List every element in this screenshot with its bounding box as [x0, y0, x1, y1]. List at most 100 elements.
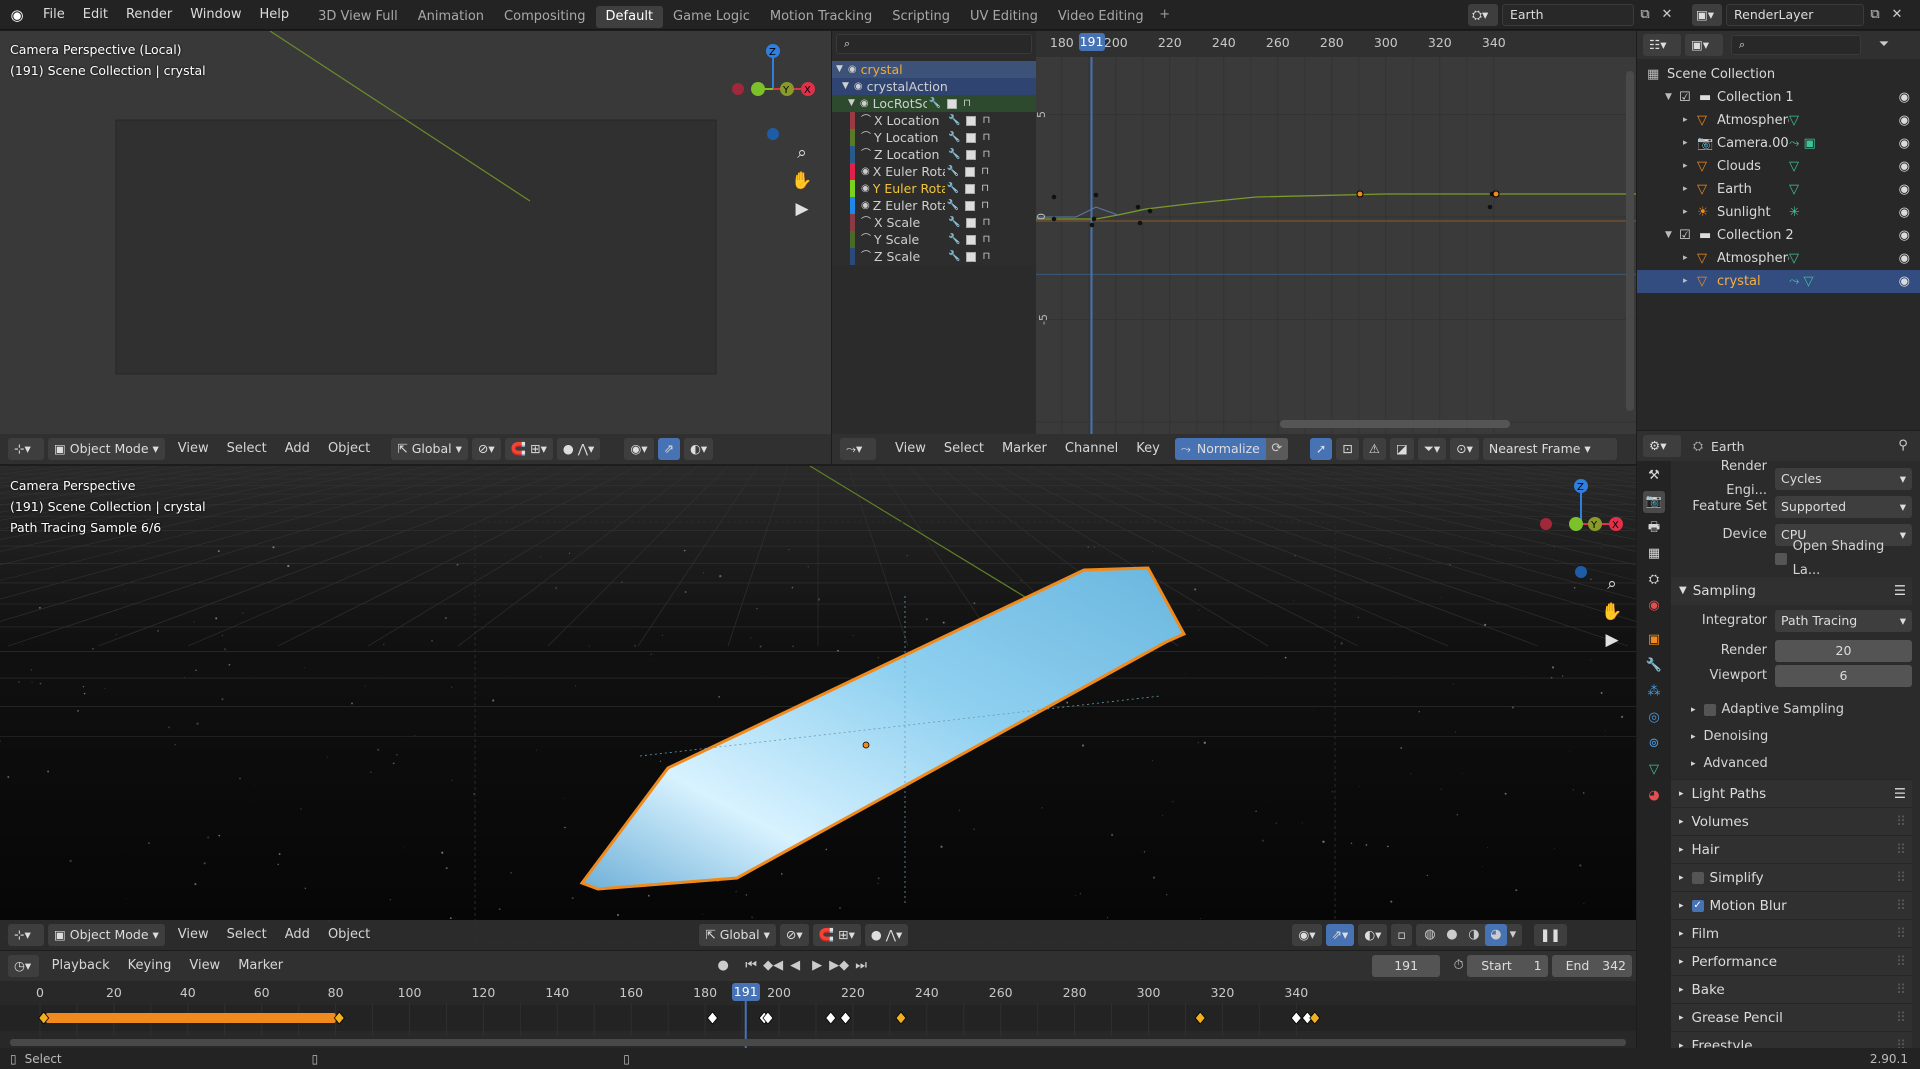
- prev-keyframe-icon[interactable]: ◆◀: [762, 955, 784, 977]
- outliner-expand-icon[interactable]: ▼: [1665, 86, 1679, 109]
- channel-checkbox[interactable]: [965, 166, 976, 177]
- outliner[interactable]: ☷▾ ▣▾ ⌕ ⏷ ▦ Scene Collection ▼ ☑ ▬ Collection…: [1637, 31, 1920, 430]
- timeline-editor-type-icon[interactable]: ◷▾: [8, 955, 39, 977]
- graph-menu-select[interactable]: Select: [935, 434, 993, 464]
- channel-checkbox[interactable]: [965, 200, 976, 211]
- section-light-paths[interactable]: ▸ Light Paths ☰: [1671, 779, 1912, 807]
- main-orientation-dropdown[interactable]: ⇱ Global ▾: [699, 924, 776, 946]
- feature-set-dropdown[interactable]: Supported ▾: [1775, 496, 1912, 518]
- world-tab-icon[interactable]: ◉: [1643, 595, 1665, 617]
- shading-options-icon[interactable]: ▾: [1507, 924, 1519, 946]
- section-bake[interactable]: ▸ Bake ⠿: [1671, 975, 1912, 1003]
- scene-selector-icon[interactable]: ⛭▾: [1468, 4, 1498, 26]
- outliner-search-input[interactable]: ⌕: [1731, 35, 1861, 55]
- section-grease-pencil[interactable]: ▸ Grease Pencil ⠿: [1671, 1003, 1912, 1031]
- channel-checkbox[interactable]: [966, 149, 977, 160]
- drag-handle-icon[interactable]: ⠿: [1896, 892, 1906, 920]
- only-errors-icon[interactable]: ⚠: [1362, 438, 1387, 460]
- channel-row[interactable]: ◉Z Euler Rotat🔧 ⊓: [832, 197, 1036, 214]
- modifier-wrench-icon[interactable]: 🔧: [948, 146, 960, 163]
- curve-icon[interactable]: ⌒: [861, 129, 871, 146]
- preview-range-icon[interactable]: ⏱: [1450, 955, 1467, 977]
- sampling-presets-icon[interactable]: ☰: [1894, 577, 1906, 605]
- lock-icon[interactable]: ⊓: [982, 129, 990, 146]
- modifier-wrench-icon[interactable]: 🔧: [947, 180, 959, 197]
- simplify-checkbox[interactable]: [1691, 871, 1704, 884]
- section-volumes[interactable]: ▸ Volumes ⠿: [1671, 807, 1912, 835]
- main-snap-icon[interactable]: 🧲 ⊞▾: [812, 924, 861, 946]
- outliner-item[interactable]: ▸ ▽ crystal ⤳ ▽ ◉: [1637, 270, 1920, 293]
- current-frame-field[interactable]: 191: [1372, 955, 1441, 977]
- subsection-adaptive-sampling[interactable]: ▸ Adaptive Sampling: [1677, 696, 1912, 723]
- main-viewport-menu-add[interactable]: Add: [276, 920, 319, 950]
- menu-help[interactable]: Help: [251, 0, 299, 30]
- play-reverse-icon[interactable]: ◀: [784, 955, 806, 977]
- outliner-item[interactable]: ▸ ☀ Sunlight ✳ ◉: [1637, 201, 1920, 224]
- main-pivot-icon[interactable]: ⊘▾: [779, 924, 809, 946]
- channel-checkbox[interactable]: [966, 115, 977, 126]
- visibility-eye-icon[interactable]: ◉: [1899, 201, 1910, 224]
- main-proportional-icon[interactable]: ● ⋀▾: [864, 924, 909, 946]
- modifier-wrench-icon[interactable]: 🔧: [929, 95, 941, 112]
- timeline-menu-playback[interactable]: Playback: [43, 951, 119, 981]
- top-3d-viewport[interactable]: Camera Perspective (Local) (191) Scene C…: [0, 31, 831, 464]
- keyframe-point[interactable]: [1093, 192, 1099, 198]
- main-editor-type-icon[interactable]: ⊹▾: [8, 924, 44, 946]
- main-gizmo-toggle-icon[interactable]: ⇗▾: [1325, 924, 1355, 946]
- channel-row[interactable]: ⌒ X Location 🔧 ⊓: [832, 112, 1036, 129]
- start-frame-field[interactable]: Start 1: [1467, 955, 1548, 977]
- curve-icon[interactable]: ⌒: [861, 231, 871, 248]
- curve-icon[interactable]: ⌒: [861, 112, 871, 129]
- outliner-item[interactable]: ▸ 📷 Camera.003 ⤳ ▣ ◉: [1637, 132, 1920, 155]
- filter-icon[interactable]: ⏷▾: [1417, 438, 1447, 460]
- outliner-item[interactable]: ▸ ▽ Earth ▽ ◉: [1637, 178, 1920, 201]
- copy-view-layer-icon[interactable]: ⧉: [1864, 4, 1886, 26]
- object-data-icon[interactable]: ▽: [1789, 178, 1839, 201]
- object-data-icon[interactable]: ▽: [1789, 247, 1839, 270]
- view-layer-field[interactable]: RenderLayer: [1726, 4, 1864, 26]
- object-data-icon[interactable]: ▽: [1789, 109, 1839, 132]
- orientation-dropdown[interactable]: ⇱ Global ▾: [391, 438, 468, 460]
- show-hidden-icon[interactable]: ⊡: [1336, 438, 1359, 460]
- drag-handle-icon[interactable]: ⠿: [1896, 1032, 1906, 1049]
- eye-icon[interactable]: ◉: [848, 61, 857, 78]
- visibility-eye-icon[interactable]: ◉: [1899, 270, 1910, 293]
- menu-render[interactable]: Render: [117, 0, 181, 30]
- physics-tab-icon[interactable]: ◎: [1643, 707, 1665, 729]
- modifier-tab-icon[interactable]: 🔧: [1643, 655, 1665, 677]
- render-engine-dropdown[interactable]: Cycles ▾: [1775, 468, 1912, 490]
- camera-view-icon[interactable]: ▶: [788, 195, 816, 223]
- visibility-eye-icon[interactable]: ◉: [1899, 247, 1910, 270]
- blender-logo-icon[interactable]: ◉: [0, 4, 34, 26]
- channel-row[interactable]: ⌒ X Scale 🔧 ⊓: [832, 214, 1036, 231]
- navigation-gizmo[interactable]: Z X Y: [728, 41, 818, 151]
- outliner-filter-icon[interactable]: ⏷: [1873, 34, 1895, 56]
- next-keyframe-icon[interactable]: ▶◆: [828, 955, 850, 977]
- workspace-tab-3d-view-full[interactable]: 3D View Full: [308, 6, 408, 28]
- scene-tab-icon[interactable]: ⛭: [1643, 569, 1665, 591]
- graph-menu-key[interactable]: Key: [1127, 434, 1169, 464]
- visibility-eye-icon[interactable]: ◉: [1899, 109, 1910, 132]
- eye-icon[interactable]: ◉: [861, 197, 870, 214]
- pause-render-icon[interactable]: ❚❚: [1533, 924, 1567, 946]
- graph-horizontal-scrollbar[interactable]: [1280, 420, 1510, 428]
- workspace-tab-game-logic[interactable]: Game Logic: [663, 6, 760, 28]
- pin-icon[interactable]: ⚲: [1892, 435, 1914, 457]
- channel-checkbox[interactable]: [966, 132, 977, 143]
- osl-checkbox[interactable]: [1775, 553, 1787, 565]
- remove-scene-icon[interactable]: ✕: [1656, 4, 1678, 26]
- eye-icon[interactable]: ◉: [861, 180, 870, 197]
- graph-area[interactable]: 180 200 220 240 260 280 300 320 340 191 5 0 -5: [1035, 31, 1636, 434]
- outliner-item[interactable]: ▸ ▽ Clouds ▽ ◉: [1637, 155, 1920, 178]
- keyframe-point[interactable]: [1089, 222, 1095, 228]
- timeline-menu-keying[interactable]: Keying: [119, 951, 181, 981]
- modifier-wrench-icon[interactable]: 🔧: [948, 112, 960, 129]
- channel-checkbox[interactable]: [965, 183, 976, 194]
- graph-menu-marker[interactable]: Marker: [993, 434, 1056, 464]
- outliner-item[interactable]: ▸ ▽ Atmosphere ▽ ◉: [1637, 247, 1920, 270]
- object-data-icon[interactable]: ⤳ ▽: [1789, 270, 1839, 293]
- scene-name-field[interactable]: Earth: [1502, 4, 1634, 26]
- main-viewport-menu-select[interactable]: Select: [218, 920, 276, 950]
- record-icon[interactable]: ●: [712, 955, 734, 977]
- workspace-tab-uv-editing[interactable]: UV Editing: [960, 6, 1048, 28]
